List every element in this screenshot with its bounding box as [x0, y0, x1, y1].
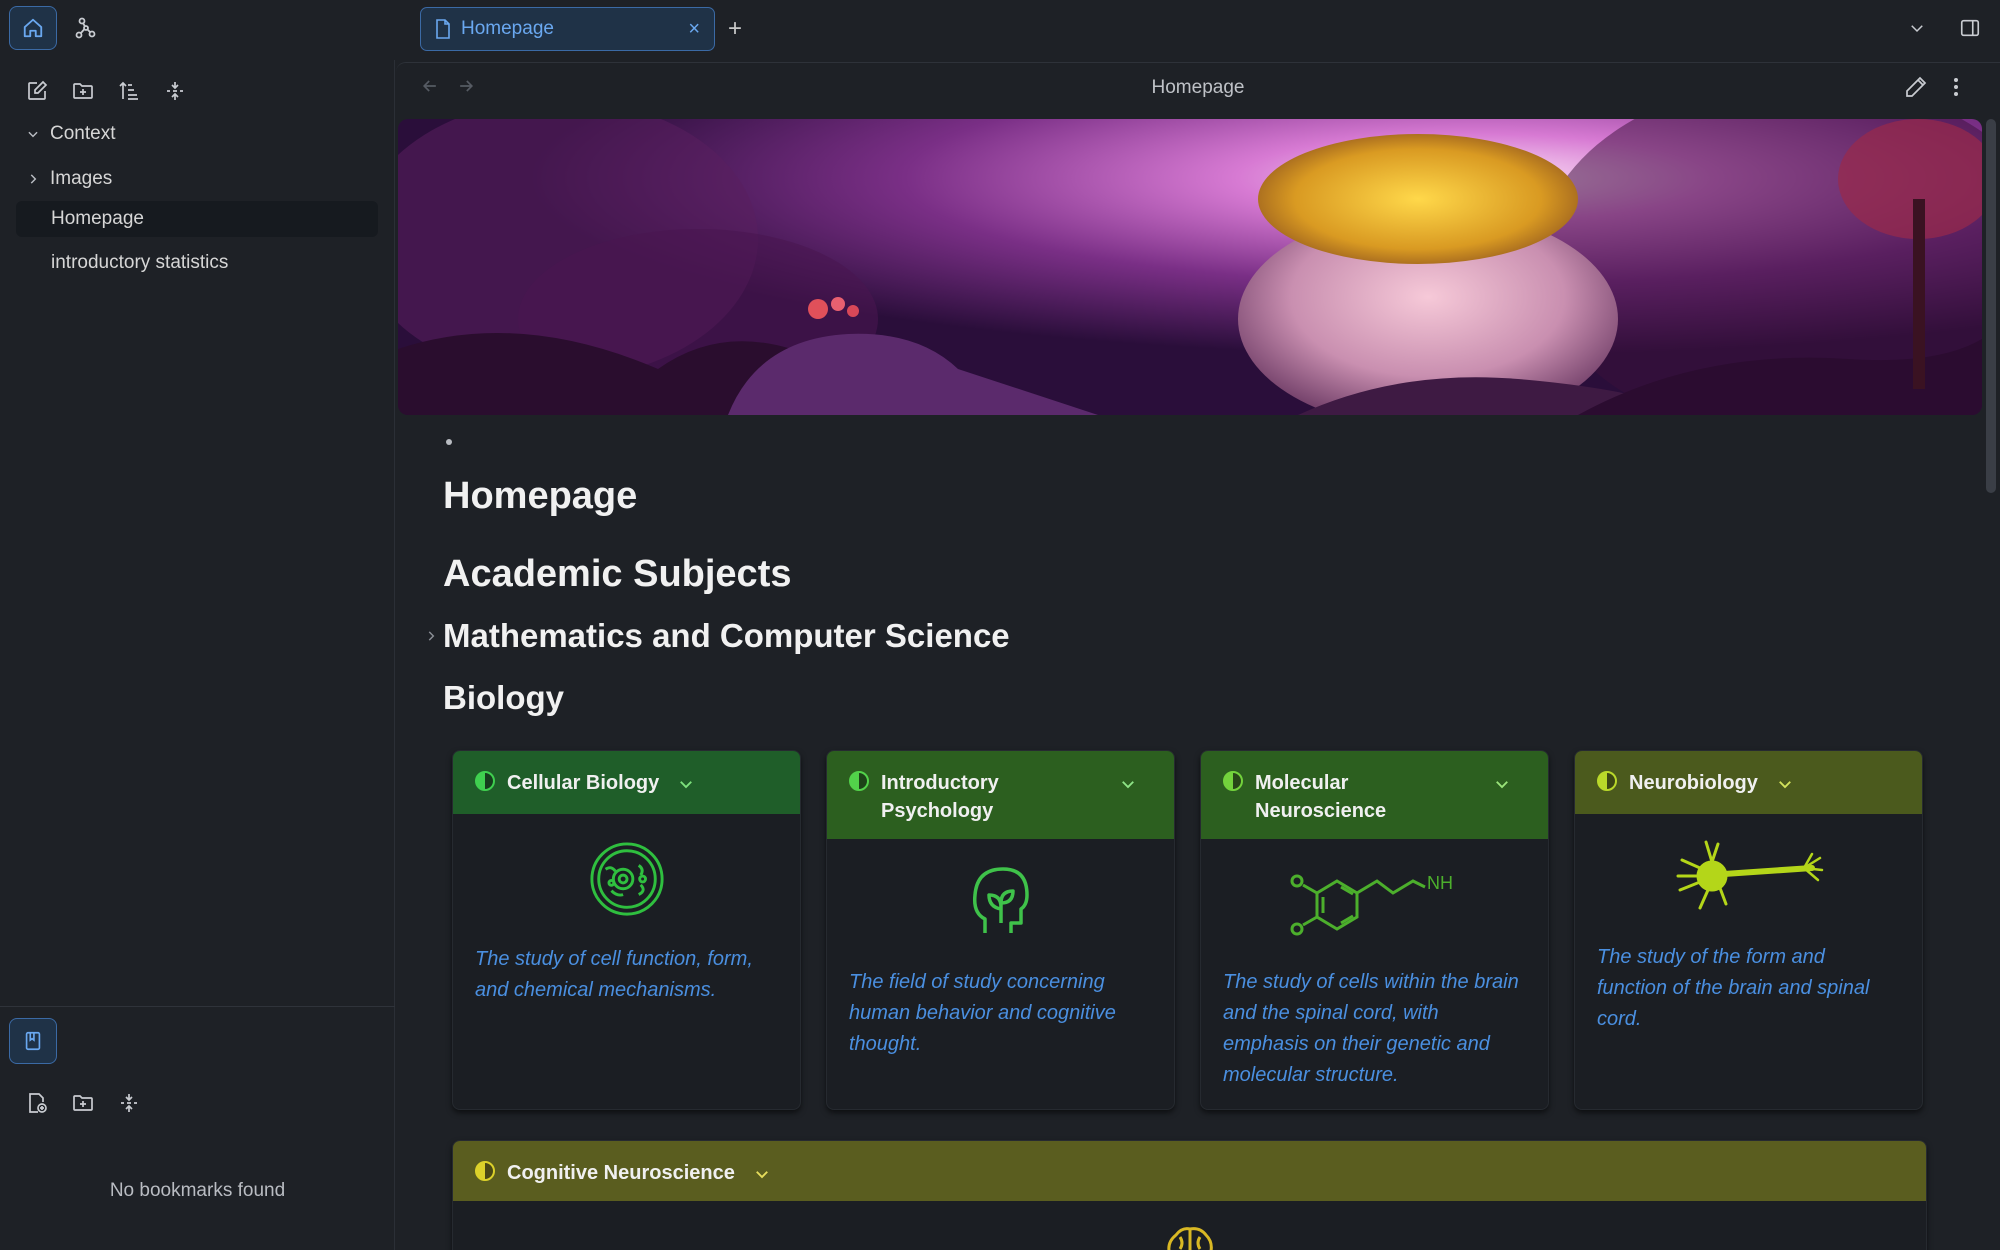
card-cellular-biology[interactable]: Cellular Biology The study of cell funct… [452, 750, 801, 1110]
tab-list-button[interactable] [1900, 10, 1934, 46]
tree-file-introductory-statistics[interactable]: introductory statistics [16, 244, 378, 282]
graph-view-button[interactable] [66, 8, 106, 48]
sort-icon [119, 81, 138, 100]
more-vertical-icon [1954, 78, 1958, 96]
graph-icon [75, 17, 96, 39]
tree-item-label: Homepage [51, 208, 144, 229]
banner-image [398, 119, 1982, 415]
list-bullet [446, 439, 452, 445]
tree-item-label: Context [50, 123, 116, 144]
pencil-icon [1906, 76, 1927, 97]
home-icon [23, 18, 43, 38]
half-circle-icon [475, 1161, 495, 1181]
card-title: Cognitive Neuroscience [507, 1162, 735, 1184]
close-tab-icon[interactable]: × [688, 18, 700, 41]
chevron-down-icon [1911, 25, 1923, 33]
chevron-down-icon[interactable] [1119, 775, 1137, 793]
view-header-title[interactable]: Homepage [396, 77, 2000, 99]
edit-mode-button[interactable] [1904, 75, 1934, 105]
card-neurobiology[interactable]: Neurobiology The study of the form and f… [1574, 750, 1923, 1110]
sort-button[interactable] [110, 72, 148, 110]
collapse-all-button[interactable] [156, 72, 194, 110]
chevron-right-icon [428, 631, 435, 641]
bookmark-icon [25, 1031, 41, 1051]
collapse-icon [121, 1094, 137, 1112]
new-tab-button[interactable]: + [723, 12, 747, 46]
card-title: Introductory Psychology [881, 772, 999, 822]
molecule-label: NH [1427, 873, 1453, 893]
empty-bookmarks-message: No bookmarks found [109, 1180, 286, 1201]
collapse-bookmarks-button[interactable] [110, 1084, 148, 1122]
half-circle-icon [1223, 771, 1243, 791]
half-circle-icon [1597, 771, 1617, 791]
card-description: The study of cells within the brain and … [1223, 971, 1519, 1086]
tree-folder-context[interactable]: Context [16, 115, 378, 153]
edit-note-icon [28, 80, 48, 100]
card-header[interactable]: Cellular Biology [453, 751, 800, 814]
card-header[interactable]: Introductory Psychology [827, 751, 1174, 839]
heading-mathematics-computer-science: Mathematics and Computer Science [443, 617, 1010, 654]
file-bookmark-icon [29, 1093, 47, 1113]
chevron-down-icon[interactable] [1493, 775, 1511, 793]
file-icon [436, 19, 450, 39]
card-title: Neurobiology [1629, 772, 1758, 794]
bookmarks-toolbar [18, 1084, 148, 1122]
card-description: The study of cell function, form, and ch… [475, 948, 753, 1001]
title-bar: Homepage × + [0, 0, 2000, 60]
cell-icon [589, 842, 664, 916]
toggle-right-sidebar-button[interactable] [1952, 10, 1988, 46]
card-introductory-psychology[interactable]: Introductory Psychology The field of stu… [826, 750, 1175, 1110]
brain-icon [1166, 1227, 1213, 1250]
half-circle-icon [849, 771, 869, 791]
folder-plus-icon [73, 1095, 93, 1111]
chevron-down-icon[interactable] [753, 1165, 771, 1183]
half-circle-icon [475, 771, 495, 791]
card-title: Molecular Neuroscience [1255, 772, 1387, 822]
tab-homepage[interactable]: Homepage × [420, 7, 715, 51]
collapse-heading-toggle[interactable] [424, 627, 440, 647]
card-header[interactable]: Molecular Neuroscience [1201, 751, 1548, 839]
card-cognitive-neuroscience[interactable]: Cognitive Neuroscience [452, 1140, 1927, 1250]
card-molecular-neuroscience[interactable]: Molecular Neuroscience NH The study of c… [1200, 750, 1549, 1110]
bookmarks-tab-button[interactable] [9, 1018, 57, 1064]
folder-plus-icon [73, 83, 93, 99]
new-note-button[interactable] [18, 72, 56, 110]
tree-item-label: introductory statistics [51, 252, 229, 273]
card-header[interactable]: Neurobiology [1575, 751, 1922, 814]
more-options-button[interactable] [1944, 75, 1968, 105]
heading-homepage: Homepage [443, 475, 638, 517]
heading-biology: Biology [443, 679, 564, 716]
scrollbar[interactable] [1986, 119, 1996, 493]
card-header[interactable]: Cognitive Neuroscience [453, 1141, 1926, 1201]
chevron-down-icon[interactable] [1776, 775, 1794, 793]
chevron-down-icon [28, 131, 38, 138]
collapse-icon [167, 82, 183, 100]
card-description: The study of the form and function of th… [1597, 946, 1870, 1030]
sidebar-right-icon [1960, 19, 1980, 37]
tree-item-label: Images [50, 168, 113, 189]
note-content: Homepage Academic Subjects Mathematics a… [396, 117, 2000, 1250]
card-description: The field of study concerning human beha… [849, 971, 1116, 1055]
tab-label: Homepage [461, 18, 554, 39]
editor-pane: Homepage Homepage Academic Subjects Math… [396, 62, 2000, 1250]
chevron-right-icon [30, 174, 37, 184]
tree-file-homepage[interactable]: Homepage [16, 201, 378, 237]
file-explorer-toolbar [18, 72, 194, 110]
left-sidebar: Context Images Homepage introductory sta… [0, 60, 395, 1250]
new-bookmark-group-button[interactable] [64, 1084, 102, 1122]
card-title: Cellular Biology [507, 772, 660, 794]
bookmark-current-file-button[interactable] [18, 1084, 56, 1122]
heading-academic-subjects: Academic Subjects [443, 553, 792, 595]
neuron-icon [1676, 840, 1823, 910]
home-button[interactable] [9, 6, 57, 50]
head-plant-icon [972, 867, 1029, 933]
dopamine-molecule-icon: NH [1290, 873, 1453, 936]
chevron-down-icon[interactable] [677, 775, 695, 793]
new-folder-button[interactable] [64, 72, 102, 110]
tree-folder-images[interactable]: Images [16, 160, 378, 198]
sidebar-divider [0, 1006, 395, 1007]
